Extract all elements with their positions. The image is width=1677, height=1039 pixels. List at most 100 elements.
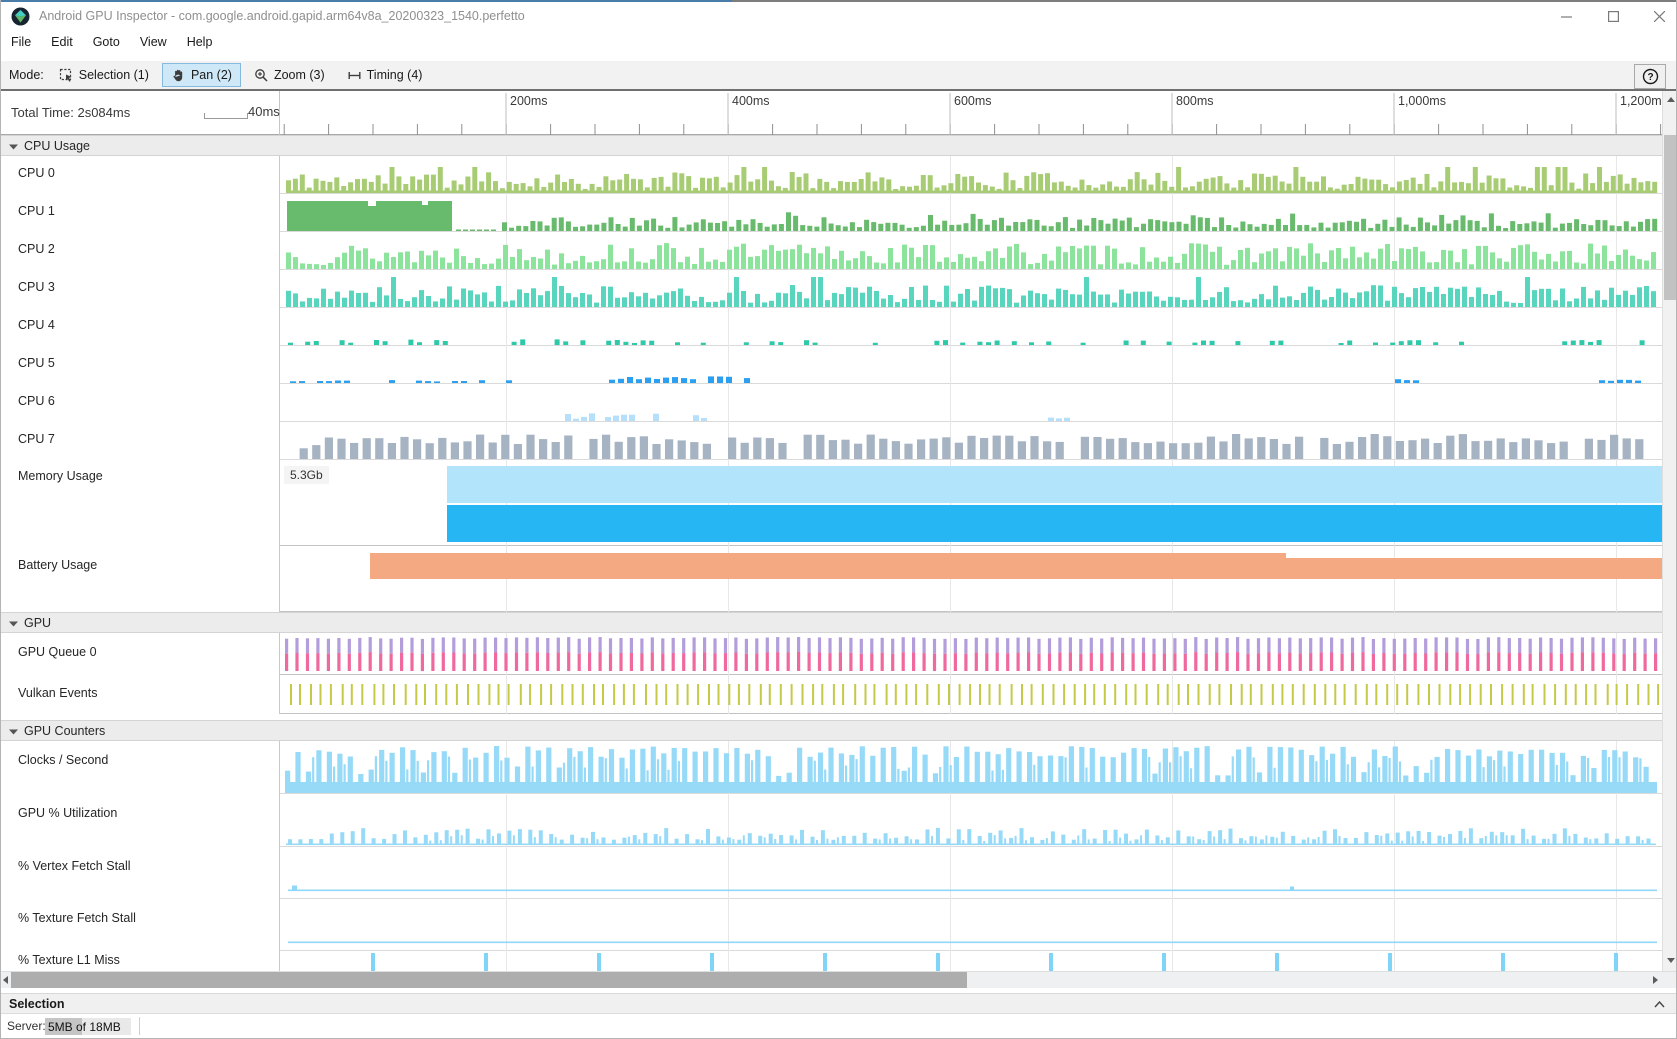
texture-fetch-stall-waveform [280,899,1662,951]
track-row-gpu-utilization: GPU % Utilization [1,794,1662,847]
track-canvas-memory-usage[interactable]: 5.3Gb [280,460,1662,546]
menu-item-edit[interactable]: Edit [41,33,83,51]
selection-panel-header[interactable]: Selection [1,993,1677,1014]
track-row-memory-usage: 5.3Gb Memory Usage [1,460,1662,546]
ruler-major-label: 200ms [510,94,548,108]
svg-text:?: ? [1647,72,1653,83]
vertical-scrollbar-thumb[interactable] [1664,135,1677,300]
horizontal-scrollbar-thumb[interactable] [11,972,967,988]
track-label-text: Clocks / Second [18,753,108,767]
arrow-right-icon[interactable] [1653,976,1658,984]
track-label-cpu-0: CPU 0 [1,156,280,194]
track-canvas-texture-fetch-stall[interactable] [280,899,1662,951]
chevron-up-icon[interactable] [1649,997,1669,1012]
track-label-battery-usage: Battery Usage [1,546,280,612]
track-canvas-cpu-1[interactable] [280,194,1662,232]
clocks-per-second-waveform [280,741,1662,794]
server-memory-gauge: 5MB of 18MB [45,1018,131,1035]
track-label-text: CPU 4 [18,318,55,332]
track-row-vulkan-events: Vulkan Events [1,675,1662,714]
track-canvas-gpu-queue-0[interactable] [280,633,1662,675]
section-header-gpu[interactable]: GPU [1,612,1662,633]
gpu-queue-0-waveform [280,633,1662,675]
track-row-battery-usage: Battery Usage [1,546,1662,612]
track-canvas-cpu-7[interactable] [280,422,1662,460]
track-label-vulkan-events: Vulkan Events [1,675,280,714]
track-label-text: CPU 5 [18,356,55,370]
mode-button-label: Pan (2) [191,68,232,82]
track-label-cpu-1: CPU 1 [1,194,280,232]
track-canvas-vertex-fetch-stall[interactable] [280,847,1662,899]
ruler-major-label: 600ms [954,94,992,108]
menu-item-goto[interactable]: Goto [83,33,130,51]
track-canvas-battery-usage[interactable] [280,546,1662,612]
track-row-cpu-3: CPU 3 [1,270,1662,308]
track-canvas-cpu-6[interactable] [280,384,1662,422]
track-label-text: Vulkan Events [18,686,97,700]
section-label: GPU [24,616,51,630]
mode-button-selection[interactable]: Selection (1) [50,63,158,87]
total-time-label: Total Time: 2s084ms [11,105,130,120]
track-canvas-cpu-2[interactable] [280,232,1662,270]
app-window: Android GPU Inspector - com.google.andro… [0,0,1677,1039]
server-memory-value: 5MB of 18MB [48,1020,121,1034]
status-separator [139,1017,140,1035]
memory-value-badge: 5.3Gb [284,466,329,484]
scale-bracket [204,113,248,119]
timeline-ruler[interactable]: Total Time: 2s084ms 40ms 200ms400ms600ms… [1,91,1662,135]
menu-item-help[interactable]: Help [177,33,223,51]
menu-item-file[interactable]: File [1,33,41,51]
menu-item-view[interactable]: View [130,33,177,51]
maximize-button[interactable] [1591,2,1636,31]
close-button[interactable] [1637,2,1677,31]
track-label-text: Battery Usage [18,558,97,572]
minimize-button[interactable] [1544,2,1589,31]
menu-bar: FileEditGotoViewHelp [1,31,1677,52]
cpu-6-waveform [280,384,1662,422]
track-row-cpu-2: CPU 2 [1,232,1662,270]
track-label-cpu-3: CPU 3 [1,270,280,308]
help-button[interactable]: ? [1634,64,1666,89]
track-canvas-cpu-3[interactable] [280,270,1662,308]
track-row-cpu-4: CPU 4 [1,308,1662,346]
arrow-left-icon[interactable] [3,976,8,984]
track-label-text: CPU 7 [18,432,55,446]
track-row-vertex-fetch-stall: % Vertex Fetch Stall [1,847,1662,899]
track-canvas-clocks-per-second[interactable] [280,741,1662,794]
track-canvas-gpu-utilization[interactable] [280,794,1662,847]
gpu-utilization-waveform [280,794,1662,847]
track-label-texture-l1-miss: % Texture L1 Miss [1,951,280,971]
track-canvas-cpu-4[interactable] [280,308,1662,346]
texture-l1-miss-waveform [280,951,1662,971]
mode-button-timing[interactable]: Timing (4) [338,63,432,87]
section-header-cpu-usage[interactable]: CPU Usage [1,135,1662,156]
track-canvas-cpu-0[interactable] [280,156,1662,194]
cpu-1-waveform [280,194,1662,232]
mode-button-zoom[interactable]: Zoom (3) [245,63,334,87]
track-canvas-vulkan-events[interactable] [280,675,1662,714]
magnifier-plus-icon [254,68,269,83]
track-label-text: Memory Usage [18,469,103,483]
triangle-down-icon [9,621,18,627]
track-label-cpu-4: CPU 4 [1,308,280,346]
cpu-7-waveform [280,422,1662,460]
track-label-texture-fetch-stall: % Texture Fetch Stall [1,899,280,951]
section-header-gpu-counters[interactable]: GPU Counters [1,720,1662,741]
cpu-0-waveform [280,156,1662,194]
track-canvas-texture-l1-miss[interactable] [280,951,1662,971]
track-label-text: % Vertex Fetch Stall [18,859,131,873]
track-label-memory-usage: Memory Usage [1,460,280,546]
vertical-scrollbar[interactable] [1662,91,1677,971]
track-label-text: GPU % Utilization [18,806,117,820]
mode-button-pan[interactable]: Pan (2) [162,63,241,87]
ruler-header-cell: Total Time: 2s084ms 40ms [1,91,280,135]
arrow-down-icon[interactable] [1667,958,1675,963]
ruler-major-label: 1,000ms [1398,94,1446,108]
arrow-up-icon[interactable] [1667,97,1675,102]
toolbar: Mode: Selection (1)Pan (2)Zoom (3)Timing… [1,61,1677,91]
track-row-cpu-7: CPU 7 [1,422,1662,460]
track-row-cpu-1: CPU 1 [1,194,1662,232]
track-canvas-cpu-5[interactable] [280,346,1662,384]
track-label-vertex-fetch-stall: % Vertex Fetch Stall [1,847,280,899]
horizontal-scrollbar[interactable] [1,971,1677,988]
